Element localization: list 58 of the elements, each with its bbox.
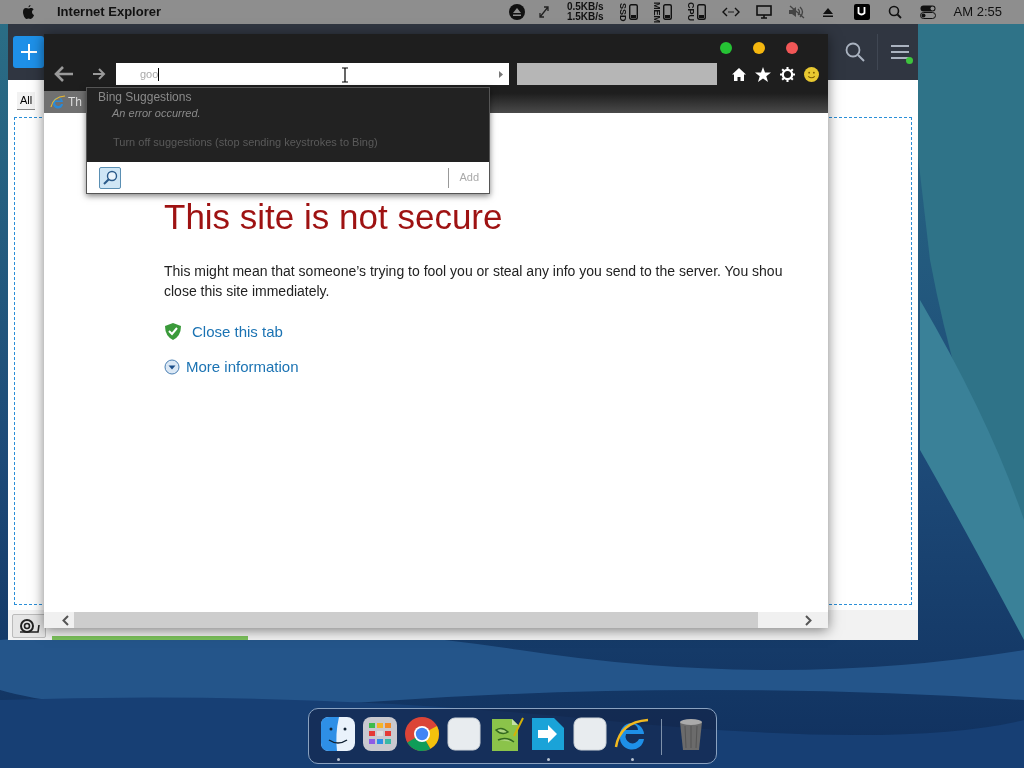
app-grid-icon[interactable] — [362, 716, 398, 752]
chrome-icon[interactable] — [404, 716, 440, 752]
expand-circle-icon — [164, 358, 180, 375]
more-info-link[interactable]: More information — [164, 356, 783, 377]
warning-text: This might mean that someone’s trying to fool you or steal any info you send to the server. You shou — [164, 262, 783, 281]
meter-label: CPU — [685, 2, 695, 22]
speed-mode-button[interactable] — [12, 614, 46, 638]
muted-speaker-icon[interactable] — [787, 5, 806, 19]
blank-app-icon[interactable] — [446, 716, 482, 752]
blank-app-icon[interactable] — [572, 716, 608, 752]
ie-icon[interactable] — [614, 716, 650, 752]
close-window-button[interactable] — [786, 42, 798, 54]
back-arrow-icon[interactable] — [54, 66, 74, 82]
add-button[interactable] — [13, 36, 44, 68]
eject-circle-icon[interactable] — [508, 4, 525, 20]
zoom-window-button[interactable] — [720, 42, 732, 54]
filter-tab[interactable]: All — [17, 92, 36, 110]
error-message: An error occurred. — [112, 106, 202, 121]
ie-logo-icon — [50, 94, 66, 110]
control-center-icon[interactable] — [919, 5, 936, 19]
u-icon[interactable] — [853, 4, 870, 20]
menu-icon[interactable] — [890, 43, 910, 61]
upload-speed: 0.5KB/s — [566, 2, 604, 12]
search-provider-button[interactable] — [99, 166, 121, 189]
settings-icon[interactable] — [780, 66, 795, 82]
clock[interactable]: AM 2:55 — [953, 2, 1002, 22]
finder-icon[interactable] — [320, 716, 356, 752]
star-icon[interactable] — [755, 66, 771, 82]
page-title: This site is not secure — [164, 196, 504, 238]
meter-label: MEM — [651, 1, 661, 23]
magnifier-icon — [102, 169, 118, 186]
close-tab-link[interactable]: Close this tab — [164, 321, 783, 342]
eject-icon[interactable] — [821, 6, 834, 18]
apple-icon[interactable] — [22, 4, 35, 20]
plus-icon — [19, 43, 38, 61]
home-icon[interactable] — [732, 67, 746, 81]
arrow-app-icon[interactable] — [530, 716, 566, 752]
text-cursor-icon — [342, 67, 348, 83]
scroll-left-icon[interactable] — [62, 614, 69, 626]
search-icon[interactable] — [845, 42, 865, 62]
minimize-window-button[interactable] — [753, 42, 765, 54]
meter-label: SSD — [617, 2, 627, 22]
phone-meter-icon[interactable] — [628, 4, 638, 20]
shield-check-icon — [164, 322, 182, 341]
snail-icon — [18, 618, 40, 634]
app-name[interactable]: Internet Explorer — [57, 2, 162, 22]
phone-meter-icon[interactable] — [696, 4, 706, 20]
dropdown-arrow-icon[interactable] — [499, 70, 503, 78]
phone-meter-icon[interactable] — [662, 4, 672, 20]
expand-arrows-icon[interactable] — [538, 6, 549, 18]
smiley-icon[interactable] — [804, 66, 819, 82]
scroll-right-icon[interactable] — [805, 614, 812, 626]
forward-arrow-icon[interactable] — [92, 68, 106, 80]
search-icon[interactable] — [887, 5, 902, 19]
code-arrows-icon[interactable] — [721, 7, 740, 17]
download-speed: 1.5KB/s — [566, 12, 604, 22]
display-icon[interactable] — [755, 5, 772, 19]
warning-text: close this site immediately. — [164, 282, 331, 301]
